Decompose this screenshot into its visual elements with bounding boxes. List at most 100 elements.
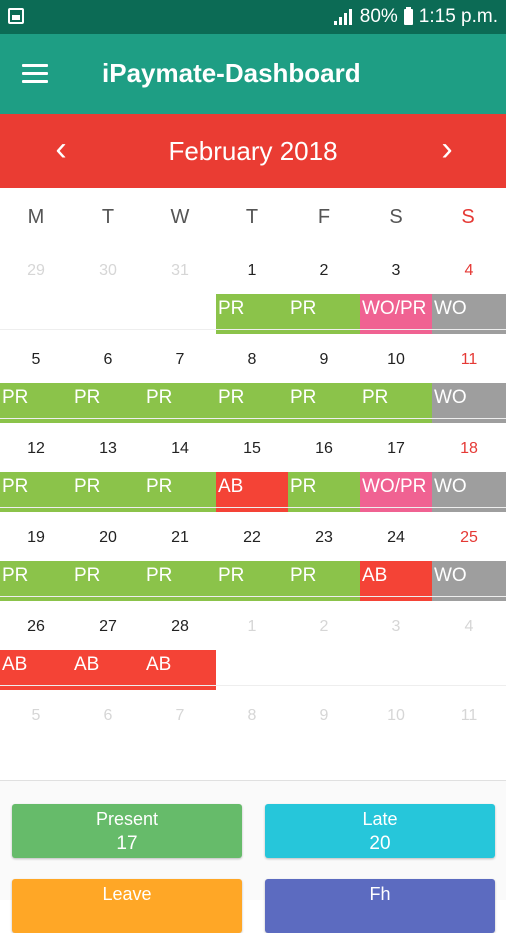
- day-number[interactable]: 23: [288, 529, 360, 547]
- day-number[interactable]: 6: [72, 351, 144, 369]
- weekday-label: S: [389, 206, 403, 228]
- weekday-label: T: [245, 206, 259, 228]
- day-number[interactable]: 20: [72, 529, 144, 547]
- status-cell-wo-pr[interactable]: WO/PR: [360, 294, 432, 334]
- day-number-outside-month: 3: [391, 618, 401, 635]
- status-cell-pr[interactable]: PR: [288, 472, 360, 512]
- day-number[interactable]: 17: [360, 440, 432, 458]
- status-cell-pr[interactable]: PR: [72, 383, 144, 423]
- day-number[interactable]: 2: [288, 262, 360, 280]
- day-number[interactable]: 4: [432, 262, 506, 280]
- menu-icon[interactable]: [22, 64, 48, 84]
- app-bar: iPaymate-Dashboard: [0, 34, 506, 114]
- weekday-label: M: [27, 206, 45, 228]
- late-count: 20: [369, 833, 391, 854]
- clock: 1:15 p.m.: [418, 6, 498, 27]
- day-number[interactable]: 14: [144, 440, 216, 458]
- status-cell-pr[interactable]: PR: [72, 472, 144, 512]
- day-number[interactable]: 26: [0, 618, 72, 636]
- day-number[interactable]: 24: [360, 529, 432, 547]
- day-number-outside-month: 8: [247, 707, 257, 724]
- status-cell-pr[interactable]: PR: [72, 561, 144, 601]
- day-number[interactable]: 11: [432, 351, 506, 369]
- status-cell-ab[interactable]: AB: [144, 650, 216, 690]
- day-number[interactable]: 19: [0, 529, 72, 547]
- status-cell-pr[interactable]: PR: [0, 561, 72, 601]
- day-number[interactable]: 7: [144, 351, 216, 369]
- day-number-outside-month: 2: [319, 618, 329, 635]
- day-number[interactable]: 12: [0, 440, 72, 458]
- day-number-outside-month: 10: [387, 707, 405, 724]
- day-number-outside-month: 5: [31, 707, 41, 724]
- day-number[interactable]: 27: [72, 618, 144, 636]
- day-number-outside-month: 4: [464, 618, 474, 635]
- fh-card[interactable]: Fh: [265, 879, 495, 933]
- status-cell-pr[interactable]: PR: [360, 383, 432, 423]
- day-number[interactable]: 9: [288, 351, 360, 369]
- weekday-label: W: [170, 206, 190, 228]
- day-number[interactable]: 22: [216, 529, 288, 547]
- leave-card[interactable]: Leave: [12, 879, 242, 933]
- day-number[interactable]: 13: [72, 440, 144, 458]
- day-number[interactable]: 21: [144, 529, 216, 547]
- app-title: iPaymate-Dashboard: [102, 58, 361, 88]
- status-cell-pr[interactable]: PR: [216, 383, 288, 423]
- day-number[interactable]: 8: [216, 351, 288, 369]
- day-number[interactable]: 25: [432, 529, 506, 547]
- day-number[interactable]: 15: [216, 440, 288, 458]
- status-cell-pr[interactable]: PR: [144, 472, 216, 512]
- attendance-summary: Present 17 Late 20 Leave Fh: [0, 781, 506, 933]
- status-indicators: 80% 1:15 p.m.: [333, 6, 498, 28]
- month-label: February 2018: [168, 136, 338, 166]
- gallery-notification-icon: [8, 8, 24, 24]
- day-number[interactable]: 10: [360, 351, 432, 369]
- status-cell-wo-pr[interactable]: WO/PR: [360, 472, 432, 512]
- status-cell-wo[interactable]: WO: [432, 561, 506, 601]
- present-label: Present: [95, 809, 159, 829]
- status-cell-ab[interactable]: AB: [360, 561, 432, 601]
- day-number-outside-month: 11: [460, 707, 478, 724]
- battery-percent: 80%: [359, 6, 398, 27]
- chevron-right-icon[interactable]: ›: [432, 132, 462, 166]
- status-cell-ab[interactable]: AB: [0, 650, 72, 690]
- battery-icon: [403, 7, 413, 25]
- day-number[interactable]: 28: [144, 618, 216, 636]
- week-separator: [0, 507, 506, 508]
- status-cell-pr[interactable]: PR: [216, 294, 288, 334]
- week-separator: [0, 596, 506, 597]
- week-separator: [0, 418, 506, 419]
- weekday-label-sunday: S: [461, 206, 475, 228]
- status-cell-pr[interactable]: PR: [216, 561, 288, 601]
- status-cell-ab[interactable]: AB: [72, 650, 144, 690]
- status-cell-pr[interactable]: PR: [144, 383, 216, 423]
- day-number-outside-month: 30: [99, 262, 117, 279]
- status-cell-wo[interactable]: WO: [432, 383, 506, 423]
- present-count: 17: [116, 833, 138, 854]
- weekday-label: T: [101, 206, 115, 228]
- status-cell-pr[interactable]: PR: [0, 472, 72, 512]
- late-label: Late: [362, 809, 398, 829]
- day-number-outside-month: 9: [319, 707, 329, 724]
- status-cell-ab[interactable]: AB: [216, 472, 288, 512]
- status-cell-pr[interactable]: PR: [288, 383, 360, 423]
- day-number[interactable]: 18: [432, 440, 506, 458]
- signal-icon: [333, 9, 354, 25]
- day-number-outside-month: 6: [103, 707, 113, 724]
- day-number[interactable]: 1: [216, 262, 288, 280]
- day-number[interactable]: 16: [288, 440, 360, 458]
- status-cell-pr[interactable]: PR: [144, 561, 216, 601]
- status-cell-wo[interactable]: WO: [432, 294, 506, 334]
- week-separator: [0, 685, 506, 686]
- fh-label: Fh: [369, 884, 391, 904]
- day-number[interactable]: 5: [0, 351, 72, 369]
- present-card[interactable]: Present 17: [12, 804, 242, 858]
- status-cell-wo[interactable]: WO: [432, 472, 506, 512]
- late-card[interactable]: Late 20: [265, 804, 495, 858]
- status-cell-pr[interactable]: PR: [288, 561, 360, 601]
- day-number[interactable]: 3: [360, 262, 432, 280]
- status-cell-pr[interactable]: PR: [0, 383, 72, 423]
- weekday-label: F: [317, 206, 331, 228]
- status-cell-pr[interactable]: PR: [288, 294, 360, 334]
- leave-label: Leave: [102, 884, 152, 904]
- status-bar: 80% 1:15 p.m.: [0, 0, 506, 34]
